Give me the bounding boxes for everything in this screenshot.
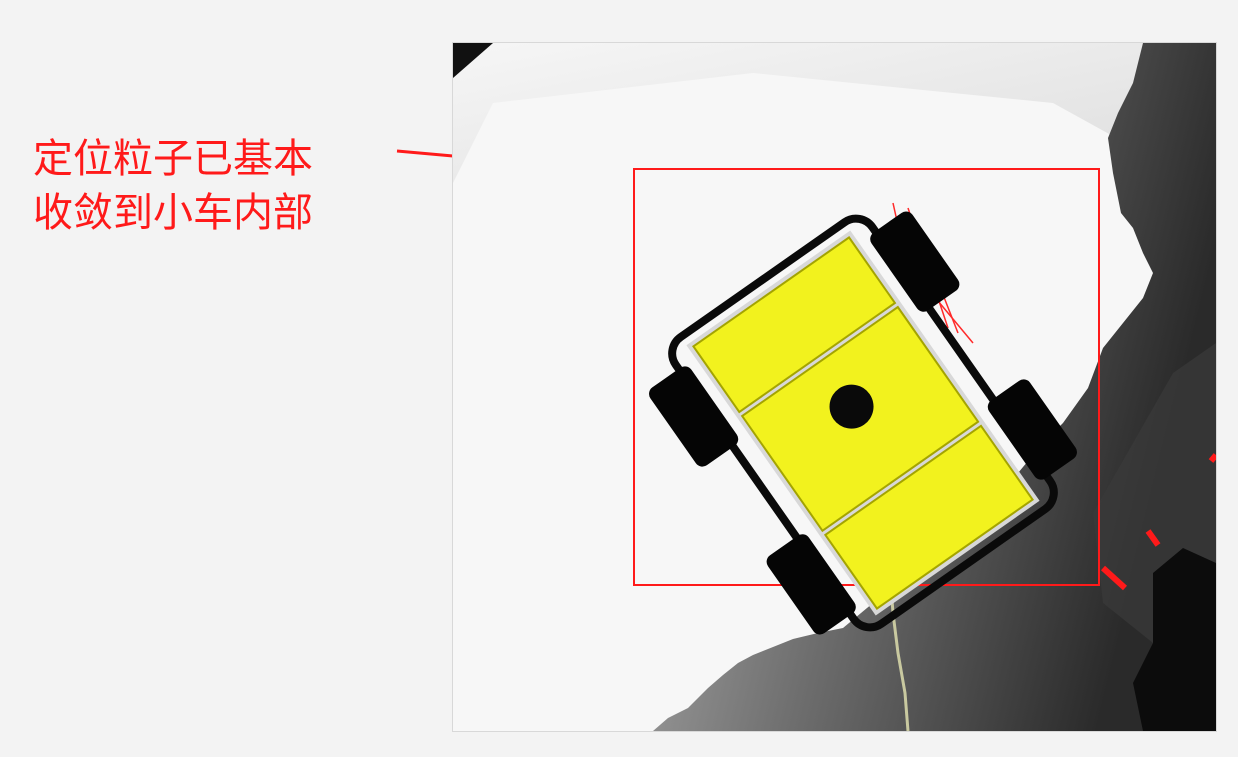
laser-scan (1208, 453, 1216, 463)
costmap-view[interactable] (452, 42, 1217, 732)
